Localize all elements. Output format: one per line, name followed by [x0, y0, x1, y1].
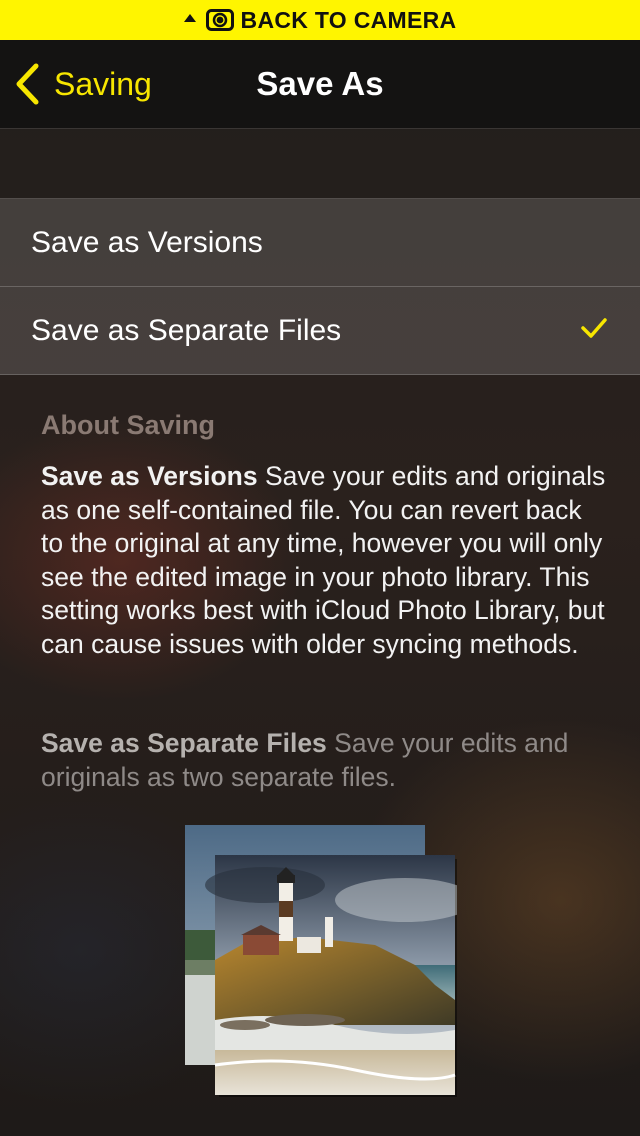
versions-title: Save as Versions: [41, 461, 258, 491]
separate-files-description: Save as Separate Files Save your edits a…: [41, 727, 611, 794]
camera-icon: [205, 9, 234, 31]
chevron-left-icon: [14, 63, 40, 105]
option-save-as-separate-files[interactable]: Save as Separate Files: [0, 286, 640, 374]
screen: BACK TO CAMERA Saving Save As Save as Ve…: [0, 0, 640, 1136]
separate-files-title: Save as Separate Files: [41, 728, 327, 758]
up-arrow-icon: [183, 14, 196, 22]
save-options-list: Save as Versions Save as Separate Files: [0, 198, 640, 375]
versions-description: Save as Versions Save your edits and ori…: [41, 460, 611, 661]
banner-label: BACK TO CAMERA: [240, 6, 457, 33]
front-photo: [205, 855, 475, 1095]
back-to-camera-banner[interactable]: BACK TO CAMERA: [0, 0, 640, 40]
checkmark-icon: [580, 317, 608, 339]
photo-stack-illustration: [185, 825, 475, 1099]
back-button-label: Saving: [54, 65, 152, 102]
about-saving-header: About Saving: [41, 410, 215, 440]
option-save-as-versions[interactable]: Save as Versions: [0, 199, 640, 286]
option-label: Save as Versions: [31, 225, 263, 259]
back-button[interactable]: Saving: [14, 62, 152, 106]
option-label: Save as Separate Files: [31, 313, 342, 347]
navigation-bar: Saving Save As: [0, 40, 640, 129]
